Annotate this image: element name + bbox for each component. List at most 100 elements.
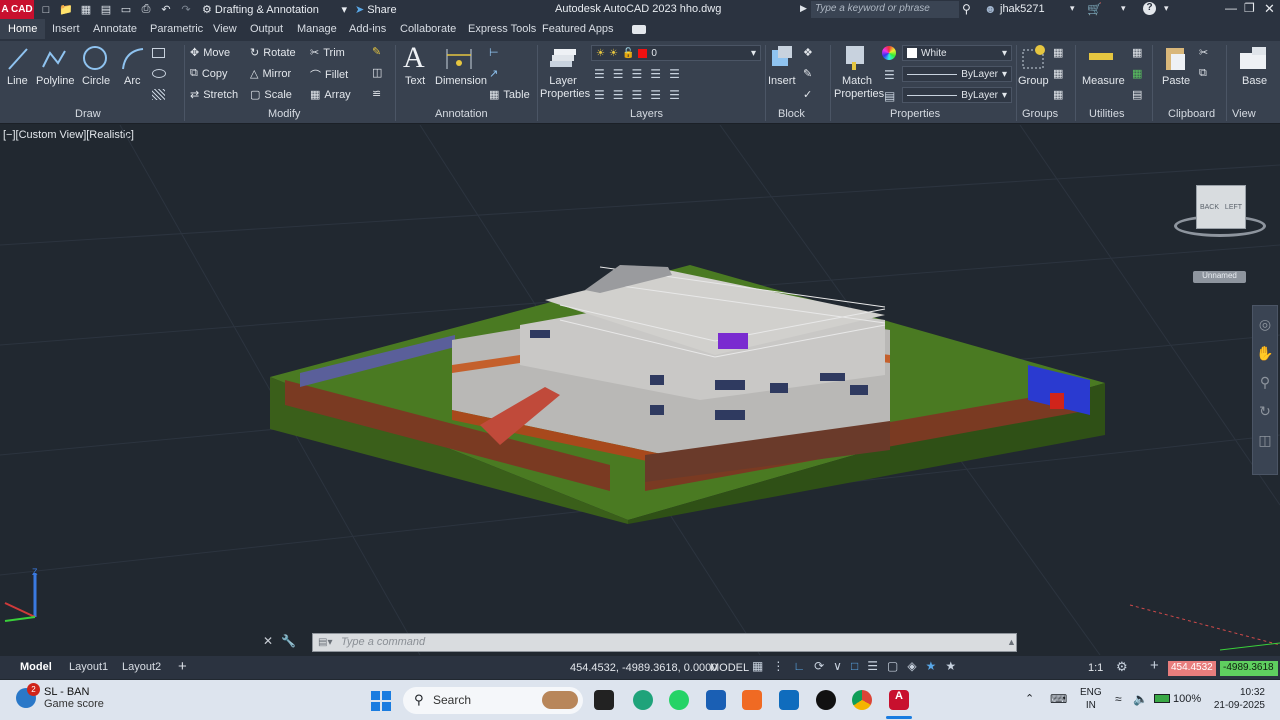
system-clock[interactable]: 10:32 21-09-2025 <box>1213 686 1265 712</box>
layer-unlock-icon[interactable]: ☰ <box>669 88 680 102</box>
ungroup-icon[interactable]: ▦ <box>1053 46 1063 59</box>
match-properties-button[interactable]: Match Properties <box>834 75 884 101</box>
model-space-toggle[interactable]: MODEL <box>710 662 749 674</box>
web-mobile-icon[interactable]: ▭ <box>118 3 134 17</box>
tab-output[interactable]: Output <box>250 23 283 35</box>
task-view-icon[interactable] <box>594 690 614 710</box>
workspace-gear-icon[interactable]: ⚙ <box>1116 659 1128 675</box>
lineweight-toggle-icon[interactable]: ☰ <box>867 659 878 673</box>
scale-button[interactable]: ▢ Scale <box>250 88 292 102</box>
keyboard-icon[interactable]: ⌨ <box>1050 692 1067 706</box>
measure-button[interactable]: Measure <box>1082 75 1125 87</box>
restore-icon[interactable]: ❐ <box>1244 1 1255 15</box>
cut-icon[interactable]: ✂ <box>1199 46 1208 59</box>
layer-match-icon[interactable]: ☰ <box>613 67 624 81</box>
line-button[interactable]: Line <box>7 75 28 87</box>
dynamic-input-y[interactable]: -4989.3618 <box>1220 661 1278 676</box>
share-button[interactable]: ➤ Share <box>355 3 397 17</box>
array-button[interactable]: ▦ Array <box>310 88 351 102</box>
brave-icon[interactable] <box>742 690 762 710</box>
object-snap-icon[interactable]: □ <box>851 659 858 673</box>
orbit-icon[interactable]: ↻ <box>1259 403 1271 420</box>
command-history-icon[interactable]: ▤▾ <box>318 637 332 648</box>
copy-button[interactable]: ⧉ Copy <box>190 67 228 80</box>
paste-icon[interactable] <box>1163 44 1189 72</box>
workspace-switcher[interactable]: ⚙ Drafting & Annotation ▾ <box>202 3 347 17</box>
steering-wheel-icon[interactable]: ◎ <box>1259 316 1271 333</box>
layer-lock-tool-icon[interactable]: ☰ <box>669 67 680 81</box>
insert-block-icon[interactable] <box>768 44 796 72</box>
layer-thaw-icon[interactable]: ☰ <box>650 88 661 102</box>
autocad-taskbar-icon[interactable]: A <box>889 690 909 710</box>
isodraft-icon[interactable]: ∨ <box>833 659 842 673</box>
help-icon[interactable]: ? <box>1143 2 1156 15</box>
lineweight-dropdown[interactable]: ByLayer ▾ <box>902 87 1012 103</box>
whatsapp-icon[interactable] <box>669 690 689 710</box>
line-icon[interactable] <box>6 45 30 73</box>
cart-icon[interactable]: 🛒 <box>1087 2 1102 16</box>
annotation-scale-icon[interactable]: ★ <box>945 659 956 673</box>
help-search-input[interactable]: Type a keyword or phrase <box>811 1 959 18</box>
ucs-menu[interactable]: Unnamed <box>1193 271 1246 283</box>
redo-icon[interactable]: ↷ <box>178 3 194 17</box>
close-icon[interactable]: ✕ <box>263 634 273 648</box>
language-indicator[interactable]: ENG IN <box>1080 686 1102 712</box>
lineweight-icon[interactable]: ☰ <box>884 68 895 82</box>
view-panel-title[interactable]: View <box>1232 108 1256 120</box>
group-button[interactable]: Group <box>1018 75 1049 87</box>
clipboard-panel-title[interactable]: Clipboard <box>1168 108 1215 120</box>
text-icon[interactable]: A <box>403 41 425 75</box>
viewcube-box[interactable]: BACK LEFT <box>1196 185 1246 229</box>
match-properties-icon[interactable] <box>842 44 870 72</box>
draw-order-icon[interactable]: ✎ <box>372 45 381 58</box>
annotation-visibility-icon[interactable]: ★ <box>926 659 937 673</box>
expand-arrow-icon[interactable]: ▶ <box>800 3 807 14</box>
block-attribute-icon[interactable]: ✓ <box>803 88 812 101</box>
battery-icon[interactable] <box>1154 694 1170 703</box>
autocad-logo[interactable]: A CAD <box>0 0 34 19</box>
mirror-button[interactable]: △ Mirror <box>250 67 291 81</box>
layer-properties-icon[interactable] <box>547 45 577 73</box>
fillet-button[interactable]: ⌒ Fillet <box>310 67 348 83</box>
layer-off-icon[interactable]: ☰ <box>632 67 643 81</box>
layer-freeze-tool-icon[interactable]: ☰ <box>650 67 661 81</box>
measure-icon[interactable] <box>1089 53 1113 60</box>
layer-on-all-icon[interactable]: ☰ <box>632 88 643 102</box>
tab-express-tools[interactable]: Express Tools <box>468 23 536 35</box>
ortho-icon[interactable]: ∟ <box>793 659 805 673</box>
pan-icon[interactable]: ✋ <box>1256 345 1273 362</box>
layer-walk-icon[interactable]: ☰ <box>594 88 605 102</box>
leader-icon[interactable]: ⊢ <box>489 46 499 59</box>
paste-button[interactable]: Paste <box>1162 75 1190 87</box>
outlook-icon[interactable] <box>779 690 799 710</box>
ribbon-toggle-icon[interactable] <box>632 25 646 34</box>
groups-panel-title[interactable]: Groups <box>1022 108 1058 120</box>
tab-view[interactable]: View <box>213 23 237 35</box>
viewcube-back-face[interactable]: BACK <box>1200 204 1219 211</box>
polar-icon[interactable]: ⟳ <box>814 659 824 673</box>
add-layout-icon[interactable]: + <box>178 658 187 675</box>
id-point-icon[interactable]: ▤ <box>1132 88 1142 101</box>
multileader-icon[interactable]: ↗ <box>489 67 498 80</box>
user-name[interactable]: jhak5271 <box>1000 3 1045 15</box>
layer-dropdown[interactable]: ☀ ☀ 🔓 0 ▾ <box>591 45 761 61</box>
model-viewport[interactable]: [−][Custom View][Realistic] Z BACK LEFT … <box>0 125 1280 655</box>
customize-icon[interactable]: 🔧 <box>281 634 296 648</box>
dimension-button[interactable]: Dimension <box>435 75 487 87</box>
table-button[interactable]: ▦ Table <box>489 88 530 102</box>
utilities-panel-title[interactable]: Utilities <box>1089 108 1124 120</box>
color-wheel-icon[interactable] <box>882 46 896 60</box>
draw-panel-title[interactable]: Draw <box>75 108 101 120</box>
layer-unisolate-icon[interactable]: ☰ <box>613 88 624 102</box>
circle-icon[interactable] <box>81 44 109 72</box>
quick-select-icon[interactable]: ▦ <box>1132 46 1142 59</box>
user-chevron-icon[interactable]: ▾ <box>1070 3 1075 14</box>
command-input[interactable]: Type a command <box>312 633 1017 652</box>
stretch-button[interactable]: ⇄ Stretch <box>190 88 238 102</box>
tab-insert[interactable]: Insert <box>52 23 80 35</box>
tab-model[interactable]: Model <box>20 661 52 673</box>
trim-button[interactable]: ✂ Trim <box>310 46 345 60</box>
zoom-icon[interactable]: ⚲ <box>1260 374 1270 391</box>
ellipse-icon[interactable] <box>152 69 166 78</box>
copy-clip-icon[interactable]: ⧉ <box>1199 67 1207 80</box>
